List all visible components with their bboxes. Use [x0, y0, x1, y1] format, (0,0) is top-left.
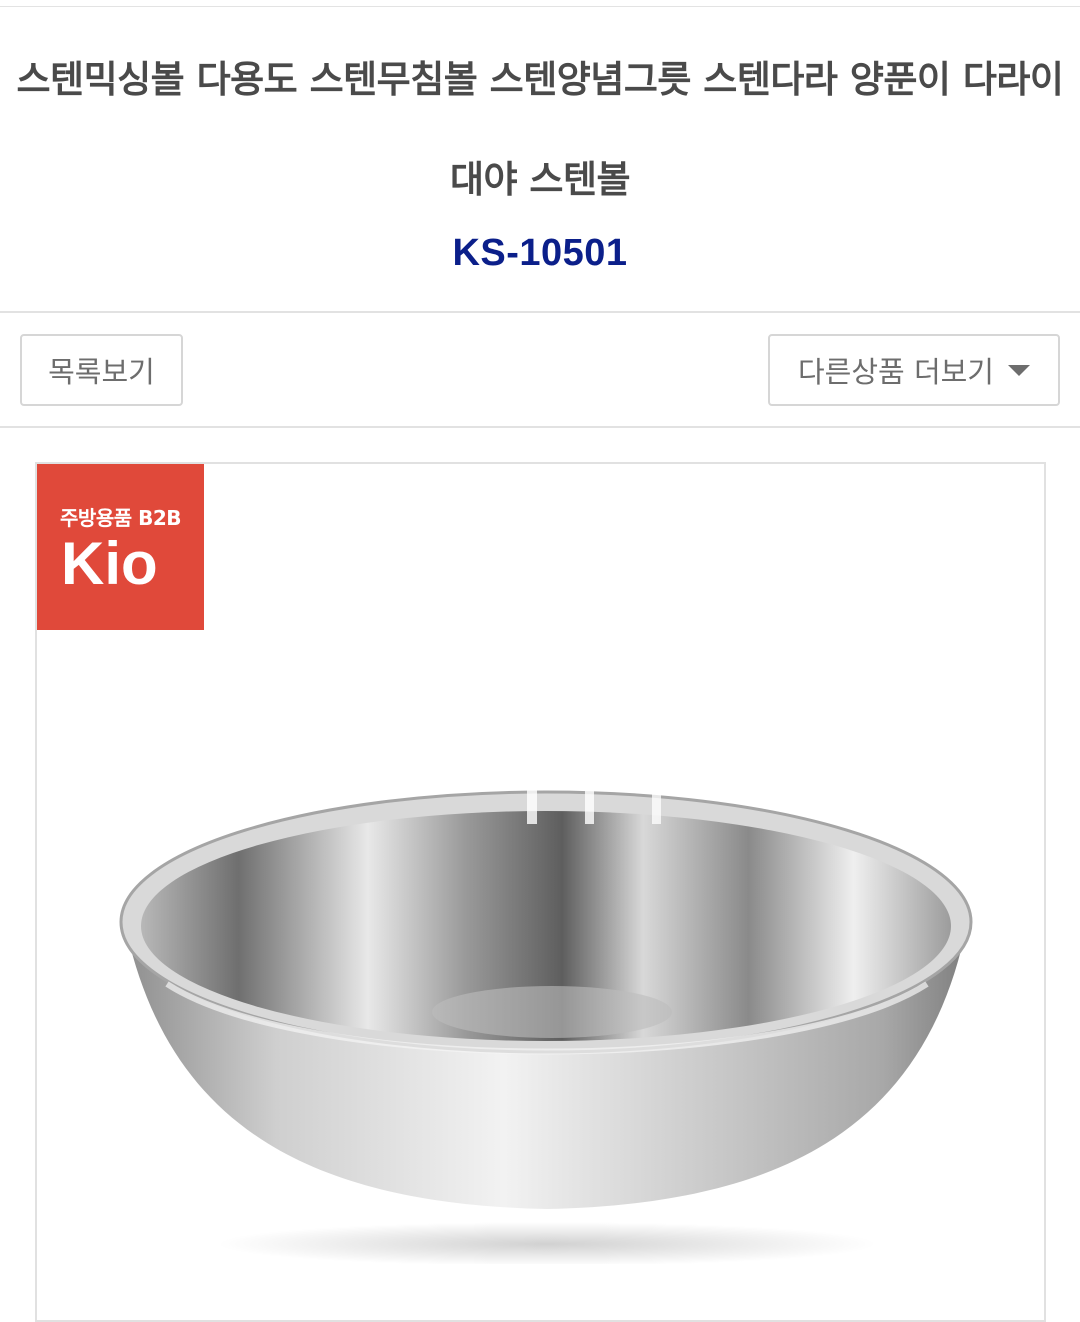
list-view-button[interactable]: 목록보기 — [20, 334, 183, 406]
actions-divider — [0, 426, 1080, 428]
product-image[interactable]: 주방용품 B2B Kio — [35, 462, 1046, 1322]
badge-caption: 주방용품 B2B — [60, 506, 181, 530]
brand-badge: 주방용품 B2B Kio — [37, 464, 204, 630]
product-code: KS-10501 — [452, 232, 628, 274]
logo-text: Kio — [61, 530, 158, 597]
product-header: 스텐믹싱볼 다용도 스텐무침볼 스텐양념그릇 스텐다라 양푼이 다라이 대야 스… — [0, 6, 1080, 312]
product-title: 스텐믹싱볼 다용도 스텐무침볼 스텐양념그릇 스텐다라 양푼이 다라이 대야 스… — [16, 58, 1064, 201]
list-view-label: 목록보기 — [48, 355, 155, 389]
caret-down-icon — [1007, 364, 1030, 376]
stainless-bowl-image — [119, 764, 973, 1264]
kio-logo-icon: Kio — [61, 530, 158, 597]
header-divider — [0, 311, 1080, 313]
more-products-button[interactable]: 다른상품 더보기 — [768, 334, 1060, 406]
more-products-label: 다른상품 더보기 — [798, 355, 994, 389]
